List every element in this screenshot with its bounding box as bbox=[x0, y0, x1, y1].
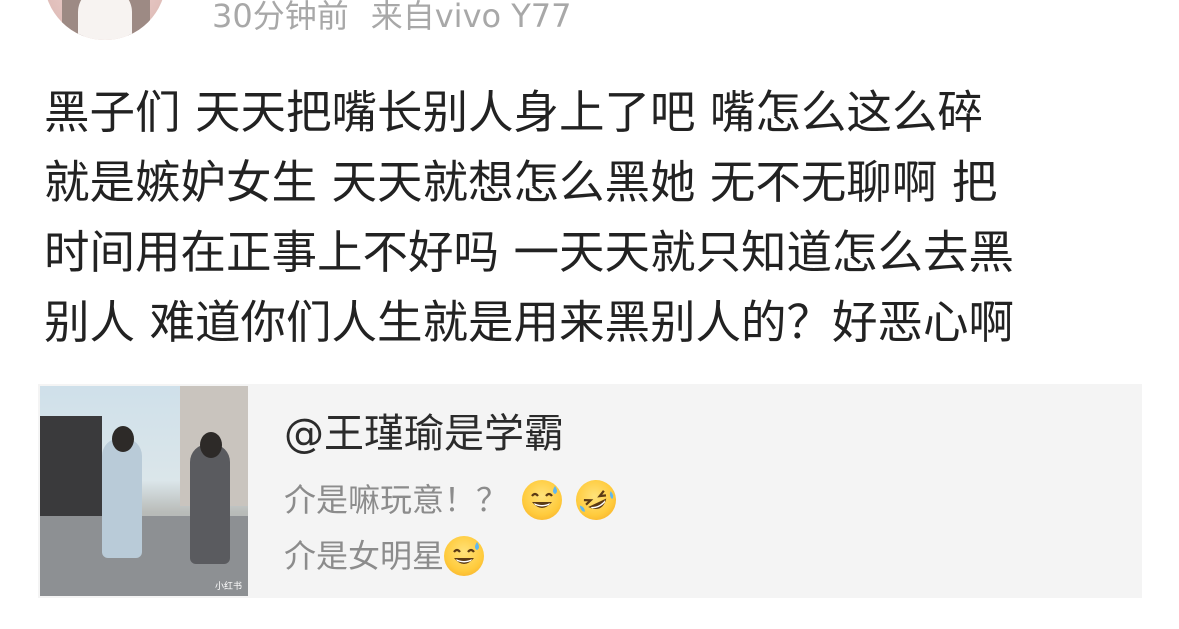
post-time: 30分钟前 bbox=[212, 0, 349, 35]
user-avatar[interactable] bbox=[44, 0, 166, 40]
quoted-post-text-line: 介是女明星 bbox=[284, 534, 485, 578]
quoted-post-thumbnail[interactable]: 小红书 bbox=[40, 386, 248, 596]
post-text-line: 黑子们 天天把嘴长别人身上了吧 嘴怎么这么碎 bbox=[44, 86, 983, 139]
quoted-post-author[interactable]: @王瑾瑜是学霸 bbox=[284, 408, 564, 460]
quoted-post-text: 介是女明星 bbox=[284, 537, 445, 575]
grinning-sweat-emoji bbox=[444, 536, 485, 576]
post-meta: 30分钟前 来自vivo Y77 bbox=[212, 0, 572, 36]
quoted-post-text-line: 介是嘛玩意！？ bbox=[284, 473, 623, 527]
quoted-post-text: 介是嘛玩意！？ bbox=[284, 481, 509, 519]
post-text-line: 别人 难道你们人生就是用来黑别人的？好恶心啊 bbox=[44, 296, 1014, 349]
post-text-line: 时间用在正事上不好吗 一天天就只知道怎么去黑 bbox=[44, 226, 1014, 279]
thumbnail-watermark: 小红书 bbox=[214, 582, 242, 592]
post-text-line: 就是嫉妒女生 天天就想怎么黑她 无不无聊啊 把 bbox=[44, 156, 998, 209]
post-body: 黑子们 天天把嘴长别人身上了吧 嘴怎么这么碎 就是嫉妒女生 天天就想怎么黑她 无… bbox=[44, 78, 1136, 358]
rolling-laughing-emoji bbox=[569, 473, 623, 527]
grinning-sweat-emoji bbox=[522, 480, 563, 520]
post-source: 来自vivo Y77 bbox=[370, 0, 572, 35]
